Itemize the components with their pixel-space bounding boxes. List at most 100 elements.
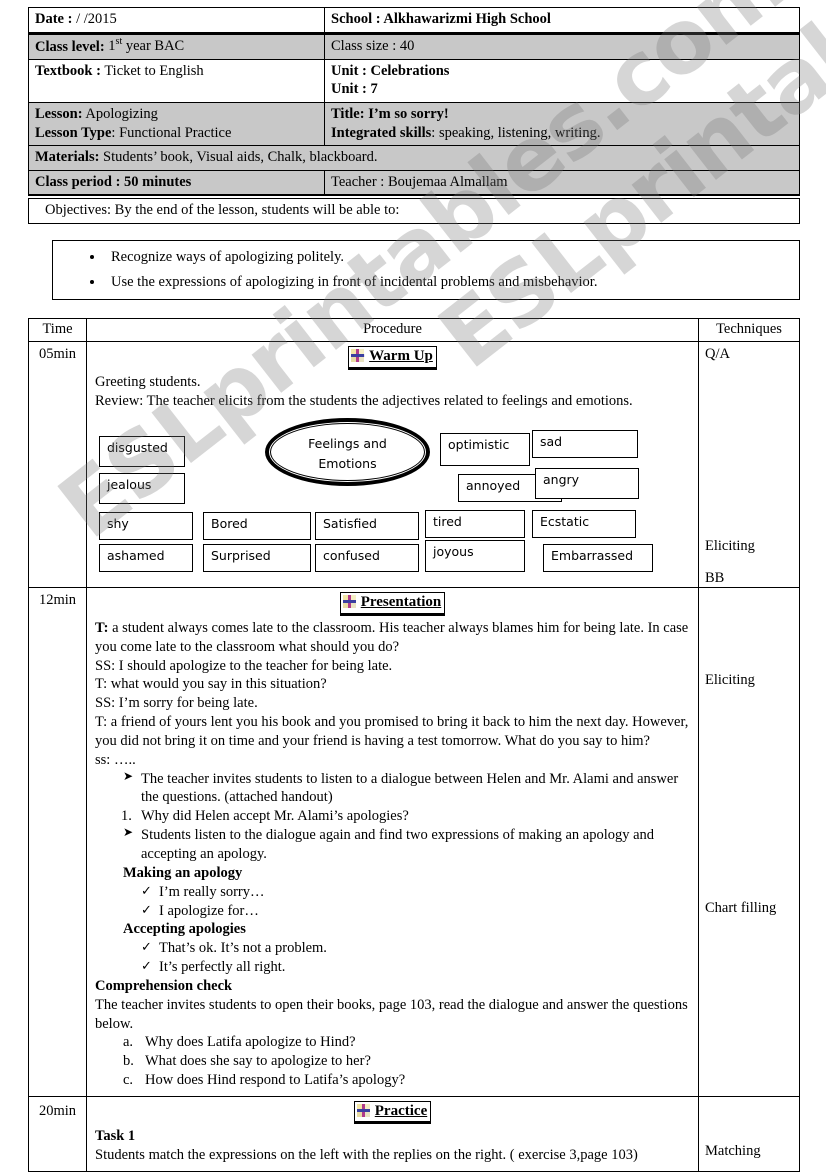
lesson-line: Lesson: Apologizing bbox=[35, 106, 158, 123]
list-marker: b. bbox=[123, 1053, 134, 1070]
cell-materials: Materials: Students’ book, Visual aids, … bbox=[28, 145, 800, 171]
section-title: Warm Up bbox=[369, 348, 433, 365]
cell-textbook: Textbook : Ticket to English bbox=[28, 58, 325, 104]
techniques-warmup: Q/A Eliciting BB bbox=[698, 341, 800, 589]
materials-value: Students’ book, Visual aids, Chalk, blac… bbox=[103, 149, 378, 166]
header-row-period: Class period : 50 minutes Teacher : Bouj… bbox=[28, 169, 800, 197]
word-box: joyous bbox=[425, 540, 525, 573]
list-item: Students listen to the dialogue again an… bbox=[95, 825, 690, 864]
dialogue-line: T: a friend of yours lent you his book a… bbox=[95, 714, 689, 749]
procedure-table: Time Procedure Techniques 05min Warm Up … bbox=[28, 318, 800, 1173]
technique-label: Eliciting bbox=[705, 672, 755, 689]
list-marker: a. bbox=[123, 1034, 134, 1051]
practice-heading-wrap: Practice bbox=[95, 1100, 690, 1128]
class-level-value: 1st year BAC bbox=[108, 36, 185, 55]
unit-name: Unit : Celebrations bbox=[331, 62, 450, 79]
dialogue-line: SS: I’m sorry for being late. bbox=[95, 695, 258, 712]
accepting-apologies-list: That’s ok. It’s not a problem. It’s perf… bbox=[95, 939, 690, 977]
school-text: School : Alkhawarizmi High School bbox=[331, 11, 551, 27]
list-item: The teacher invites students to listen t… bbox=[95, 769, 690, 808]
cell-class-period: Class period : 50 minutes bbox=[28, 169, 325, 197]
header-row-materials: Materials: Students’ book, Visual aids, … bbox=[28, 145, 800, 171]
date-value: / /2015 bbox=[76, 11, 117, 27]
activity-list-2: Students listen to the dialogue again an… bbox=[95, 825, 690, 864]
technique-label: Q/A bbox=[705, 346, 730, 363]
table-row: 05min Warm Up Greeting students. Review:… bbox=[28, 341, 800, 589]
making-apology-heading: Making an apology bbox=[123, 864, 243, 881]
unit-number: Unit : 7 bbox=[331, 81, 378, 98]
comprehension-question-list: a. Why does Latifa apologize to Hind? b. W… bbox=[95, 1033, 690, 1090]
objectives-intro: Objectives: By the end of the lesson, st… bbox=[45, 202, 400, 219]
dialogue-line: SS: I should apologize to the teacher fo… bbox=[95, 657, 393, 674]
cell-title-skills: Title: I’m so sorry! Integrated skills: … bbox=[324, 102, 800, 147]
list-item: I’m really sorry… bbox=[95, 883, 690, 902]
header-row-class: Class level: 1st year BAC Class size : 4… bbox=[28, 32, 800, 60]
warmup-line: Greeting students. bbox=[95, 373, 201, 390]
word-box: Bored bbox=[203, 512, 311, 541]
word-box: Embarrassed bbox=[543, 544, 653, 573]
time-practice: 20min bbox=[28, 1095, 87, 1173]
skills-line: Integrated skills: speaking, listening, … bbox=[331, 124, 601, 141]
header-row-lesson: Lesson: Apologizing Lesson Type: Functio… bbox=[28, 102, 800, 147]
column-header-procedure: Procedure bbox=[86, 318, 699, 343]
list-marker: c. bbox=[123, 1072, 134, 1089]
lesson-plan-page: Date : / /2015 School : Alkhawarizmi Hig… bbox=[0, 7, 826, 1173]
feelings-word-bank-diagram: Feelings and Emotions disgusted jealous … bbox=[95, 416, 690, 581]
list-item: I apologize for… bbox=[95, 902, 690, 921]
cell-class-size: Class size : 40 bbox=[324, 32, 800, 60]
procedure-warmup: Warm Up Greeting students. Review: The t… bbox=[86, 341, 699, 589]
dialogue-line: ss: ….. bbox=[95, 751, 136, 768]
clipart-icon bbox=[351, 349, 365, 363]
objectives-list-box: Recognize ways of apologizing politely. … bbox=[52, 240, 800, 301]
practice-section-heading: Practice bbox=[353, 1100, 432, 1125]
list-item: Recognize ways of apologizing politely. bbox=[105, 249, 793, 266]
presentation-heading-wrap: Presentation bbox=[95, 591, 690, 619]
class-level-label: Class level: bbox=[35, 38, 105, 55]
list-item: It’s perfectly all right. bbox=[95, 958, 690, 977]
list-item: b. What does she say to apologize to her? bbox=[123, 1053, 371, 1070]
presentation-section-heading: Presentation bbox=[339, 592, 446, 616]
column-header-time: Time bbox=[28, 318, 87, 343]
header-row-date: Date : / /2015 School : Alkhawarizmi Hig… bbox=[28, 7, 800, 35]
cell-date: Date : / /2015 bbox=[28, 7, 325, 35]
column-header-techniques: Techniques bbox=[698, 318, 800, 343]
header-row-textbook: Textbook : Ticket to English Unit : Cele… bbox=[28, 58, 800, 104]
ellipse-line-1: Feelings and bbox=[308, 436, 387, 452]
list-item: Use the expressions of apologizing in fr… bbox=[105, 274, 793, 291]
technique-label: Matching bbox=[705, 1142, 761, 1159]
clipart-icon bbox=[342, 595, 356, 609]
warmup-section-heading: Warm Up bbox=[348, 346, 437, 370]
techniques-presentation: Eliciting Chart filling bbox=[698, 587, 800, 1097]
ellipse-line-2: Emotions bbox=[318, 455, 377, 471]
technique-label: Eliciting bbox=[705, 538, 755, 555]
objectives-intro-box: Objectives: By the end of the lesson, st… bbox=[28, 198, 800, 225]
cell-class-level: Class level: 1st year BAC bbox=[28, 32, 325, 60]
making-apology-list: I’m really sorry… I apologize for… bbox=[95, 883, 690, 921]
textbook-value: Ticket to English bbox=[104, 62, 204, 79]
lesson-header-table: Date : / /2015 School : Alkhawarizmi Hig… bbox=[28, 7, 800, 197]
title-line: Title: I’m so sorry! bbox=[331, 106, 449, 123]
technique-label: BB bbox=[705, 570, 725, 587]
dialogue-line: T: what would you say in this situation? bbox=[95, 676, 327, 693]
task-heading: Task 1 bbox=[95, 1128, 136, 1145]
section-title: Presentation bbox=[360, 594, 442, 611]
comprehension-check-heading: Comprehension check bbox=[95, 977, 233, 994]
technique-label: Chart filling bbox=[705, 900, 777, 917]
procedure-header-row: Time Procedure Techniques bbox=[28, 318, 800, 343]
word-box: Ecstatic bbox=[532, 510, 636, 539]
table-row: 20min Practice Task 1 Students match the… bbox=[28, 1095, 800, 1173]
time-warmup: 05min bbox=[28, 341, 87, 589]
activity-list-1: The teacher invites students to listen t… bbox=[95, 769, 690, 808]
section-title: Practice bbox=[374, 1102, 428, 1119]
word-box: Surprised bbox=[203, 544, 311, 573]
warmup-line: Review: The teacher elicits from the stu… bbox=[95, 392, 633, 409]
word-box: jealous bbox=[99, 473, 185, 505]
word-box: confused bbox=[315, 544, 419, 573]
cell-school: School : Alkhawarizmi High School bbox=[324, 7, 800, 35]
time-presentation: 12min bbox=[28, 587, 87, 1097]
comprehension-check-text: The teacher invites students to open the… bbox=[95, 996, 688, 1032]
cell-unit: Unit : Celebrations Unit : 7 bbox=[324, 58, 800, 104]
list-marker: 1. bbox=[121, 808, 132, 825]
word-box: tired bbox=[425, 510, 525, 539]
list-item: a. Why does Latifa apologize to Hind? bbox=[123, 1034, 356, 1051]
